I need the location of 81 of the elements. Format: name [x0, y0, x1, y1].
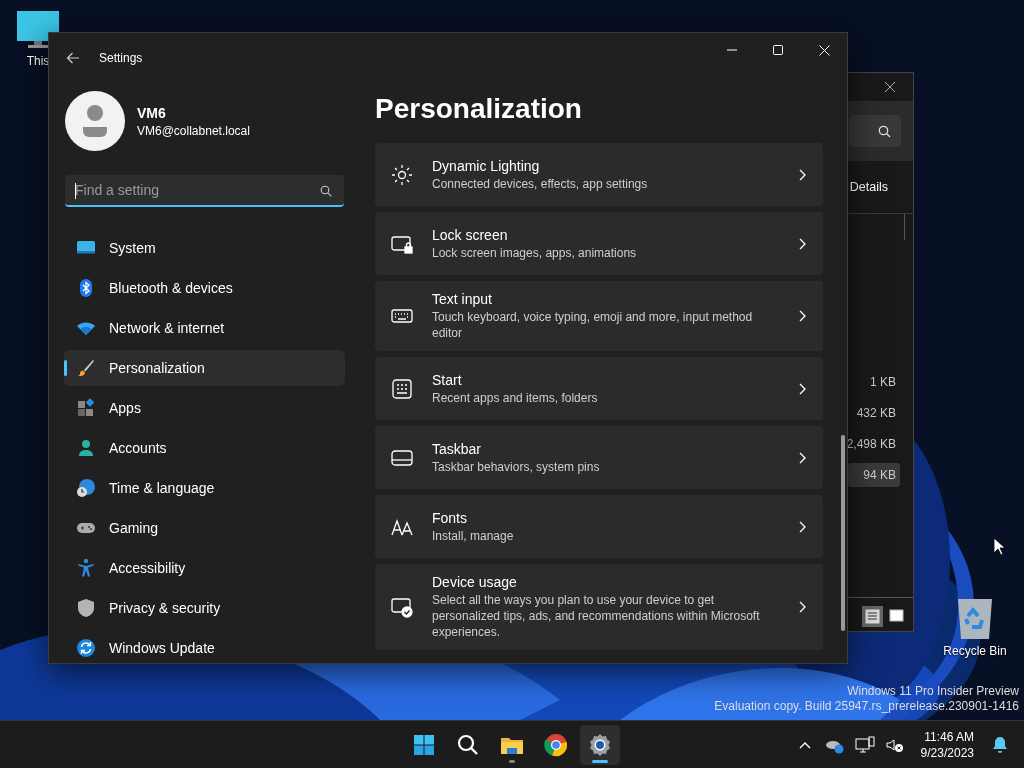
- card-title: Start: [432, 371, 463, 388]
- chevron-icon: [797, 236, 807, 251]
- nav-item[interactable]: System: [64, 230, 345, 266]
- globe-clock-icon: [76, 478, 96, 498]
- card-description: Taskbar behaviors, system pins: [432, 458, 601, 475]
- chevron-icon: [797, 519, 807, 534]
- browser-icon: [544, 732, 568, 757]
- file-size[interactable]: 94 KB: [848, 463, 900, 487]
- nav-item[interactable]: Gaming: [64, 510, 345, 546]
- recycle-bin-icon[interactable]: [956, 596, 994, 640]
- file-size[interactable]: 1 KB: [848, 370, 900, 394]
- desktop-icon-label[interactable]: This: [26, 54, 50, 68]
- settings-card[interactable]: Fonts Install, manage: [375, 495, 823, 558]
- nav-item[interactable]: Apps: [64, 390, 345, 426]
- details-view-button[interactable]: [862, 606, 883, 627]
- card-title: Lock screen: [432, 226, 509, 243]
- card-title: Fonts: [432, 509, 468, 526]
- details-button[interactable]: Details: [849, 180, 888, 194]
- nav-item[interactable]: Accessibility: [64, 550, 345, 586]
- chevron-icon: [797, 600, 807, 614]
- user-email: VM6@collabnet.local: [137, 123, 250, 138]
- card-description: Connected devices, effects, app settings: [432, 175, 649, 192]
- user-name: VM6: [137, 104, 167, 121]
- settings-card[interactable]: Device usage Select all the ways you plan to use your device to get personalized tips, ads, and recommendations within Microsoft experiences.: [375, 564, 823, 650]
- search-icon: [878, 124, 891, 138]
- settings-card[interactable]: Dynamic Lighting Connected devices, effects, app settings: [375, 143, 823, 206]
- nav-item[interactable]: Privacy & security: [64, 590, 345, 626]
- scrollbar[interactable]: [841, 435, 845, 631]
- nav-item[interactable]: Accounts: [64, 430, 345, 466]
- search-icon: [456, 732, 480, 757]
- card-description: Lock screen images, apps, animations: [432, 244, 638, 261]
- start-icon: [412, 732, 436, 757]
- card-description: Select all the ways you plan to use your device to get personalized tips, ads, and recommendations within Microsoft experiences.: [432, 592, 761, 640]
- file-size[interactable]: 2,498 KB: [848, 432, 900, 456]
- chevron-icon: [797, 450, 807, 465]
- clock[interactable]: 11:46 AM 9/23/2023: [914, 729, 980, 760]
- chevron-icon: [797, 309, 807, 323]
- nav-item[interactable]: Personalization: [64, 350, 345, 386]
- device-check-icon: [391, 596, 413, 618]
- card-description: Touch keyboard, voice typing, emoji and more, input method editor: [432, 309, 754, 341]
- page-title: Personalization: [375, 92, 583, 126]
- avatar[interactable]: [65, 91, 125, 151]
- back-arrow-icon: [66, 52, 80, 64]
- settings-card[interactable]: Lock screen Lock screen images, apps, animations: [375, 212, 823, 275]
- nav-item[interactable]: Network & internet: [64, 310, 345, 346]
- desktop-icon-label[interactable]: Recycle Bin: [943, 644, 1007, 658]
- search-icon: [320, 185, 332, 197]
- settings-card[interactable]: Taskbar Taskbar behaviors, system pins: [375, 426, 823, 489]
- settings-card[interactable]: Text input Touch keyboard, voice typing, emoji and more, input method editor: [375, 281, 823, 351]
- start-menu-icon: [391, 377, 413, 400]
- maximize-icon: [773, 45, 783, 55]
- close-icon: [818, 44, 830, 56]
- card-title: Dynamic Lighting: [432, 157, 541, 174]
- taskbar-button[interactable]: [580, 724, 620, 765]
- lighting-icon: [391, 163, 413, 186]
- network-icon[interactable]: [854, 734, 875, 755]
- window-title: Settings: [99, 51, 143, 65]
- card-title: Taskbar: [432, 440, 483, 457]
- brush-icon: [76, 358, 96, 378]
- update-icon: [76, 638, 96, 658]
- gear-icon: [588, 732, 612, 757]
- search-field[interactable]: Find a setting: [65, 175, 344, 207]
- card-description: Install, manage: [432, 527, 515, 544]
- card-title: Text input: [432, 291, 493, 307]
- shield-icon: [76, 598, 96, 618]
- apps-icon: [76, 398, 96, 418]
- chevron-icon: [797, 381, 807, 396]
- person-icon: [76, 438, 96, 458]
- search-field[interactable]: [849, 115, 901, 147]
- close-icon: [884, 81, 896, 93]
- nav-item[interactable]: Bluetooth & devices: [64, 270, 345, 306]
- chevron-icon: [797, 167, 807, 182]
- card-description: Recent apps and items, folders: [432, 389, 599, 406]
- settings-card[interactable]: Start Recent apps and items, folders: [375, 357, 823, 420]
- monitor-icon[interactable]: [16, 10, 60, 50]
- nav-item[interactable]: Time & language: [64, 470, 345, 506]
- file-size[interactable]: 432 KB: [848, 401, 900, 425]
- cursor-icon: [993, 537, 1005, 556]
- accessibility-icon: [76, 558, 96, 578]
- bell-icon[interactable]: [990, 734, 1010, 755]
- card-title: Device usage: [432, 574, 518, 590]
